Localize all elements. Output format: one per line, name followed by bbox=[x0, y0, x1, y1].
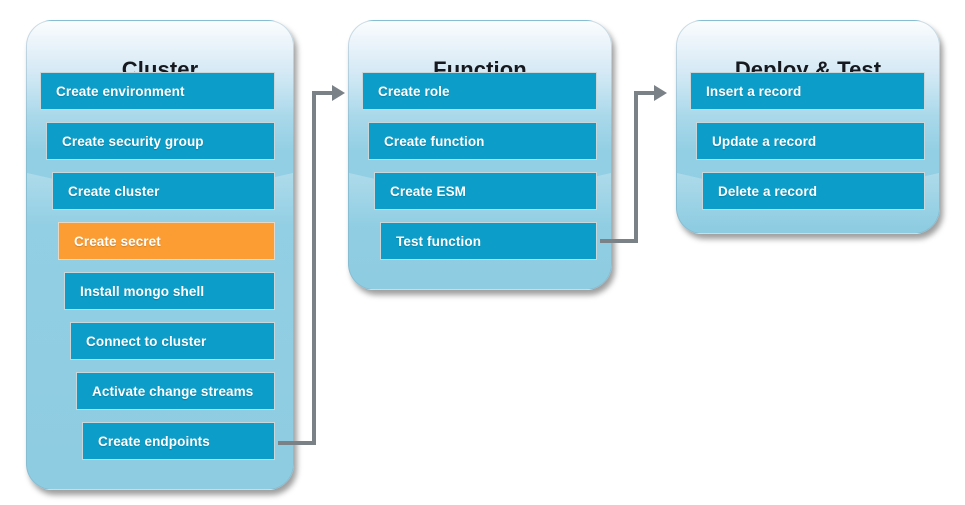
step-label: Create function bbox=[384, 133, 485, 149]
step-label: Insert a record bbox=[706, 83, 802, 99]
connector-segment-vertical bbox=[312, 91, 316, 445]
step-label: Delete a record bbox=[718, 183, 818, 199]
connector-segment-horizontal-top bbox=[634, 91, 656, 95]
arrow-right-icon bbox=[332, 85, 345, 101]
step-label: Update a record bbox=[712, 133, 817, 149]
step-create-endpoints[interactable]: Create endpoints bbox=[82, 422, 275, 460]
diagram-canvas: Cluster Create environment Create securi… bbox=[0, 0, 965, 505]
connector-segment-horizontal-bottom bbox=[600, 239, 638, 243]
step-label: Create cluster bbox=[68, 183, 160, 199]
step-label: Test function bbox=[396, 233, 482, 249]
step-connect-to-cluster[interactable]: Connect to cluster bbox=[70, 322, 275, 360]
step-install-mongo-shell[interactable]: Install mongo shell bbox=[64, 272, 275, 310]
step-create-function[interactable]: Create function bbox=[368, 122, 597, 160]
arrow-right-icon bbox=[654, 85, 667, 101]
step-test-function[interactable]: Test function bbox=[380, 222, 597, 260]
step-create-security-group[interactable]: Create security group bbox=[46, 122, 275, 160]
step-label: Create environment bbox=[56, 83, 185, 99]
step-label: Connect to cluster bbox=[86, 333, 207, 349]
step-activate-change-streams[interactable]: Activate change streams bbox=[76, 372, 275, 410]
step-label: Create role bbox=[378, 83, 450, 99]
step-create-cluster[interactable]: Create cluster bbox=[52, 172, 275, 210]
step-create-esm[interactable]: Create ESM bbox=[374, 172, 597, 210]
step-label: Create secret bbox=[74, 233, 161, 249]
step-label: Create ESM bbox=[390, 183, 467, 199]
step-insert-a-record[interactable]: Insert a record bbox=[690, 72, 925, 110]
step-delete-a-record[interactable]: Delete a record bbox=[702, 172, 925, 210]
step-update-a-record[interactable]: Update a record bbox=[696, 122, 925, 160]
step-create-role[interactable]: Create role bbox=[362, 72, 597, 110]
step-label: Activate change streams bbox=[92, 383, 254, 399]
connector-segment-horizontal-top bbox=[312, 91, 334, 95]
step-create-environment[interactable]: Create environment bbox=[40, 72, 275, 110]
step-label: Create endpoints bbox=[98, 433, 210, 449]
step-create-secret[interactable]: Create secret bbox=[58, 222, 275, 260]
connector-segment-vertical bbox=[634, 91, 638, 243]
step-label: Install mongo shell bbox=[80, 283, 205, 299]
step-label: Create security group bbox=[62, 133, 204, 149]
connector-segment-horizontal-bottom bbox=[278, 441, 316, 445]
